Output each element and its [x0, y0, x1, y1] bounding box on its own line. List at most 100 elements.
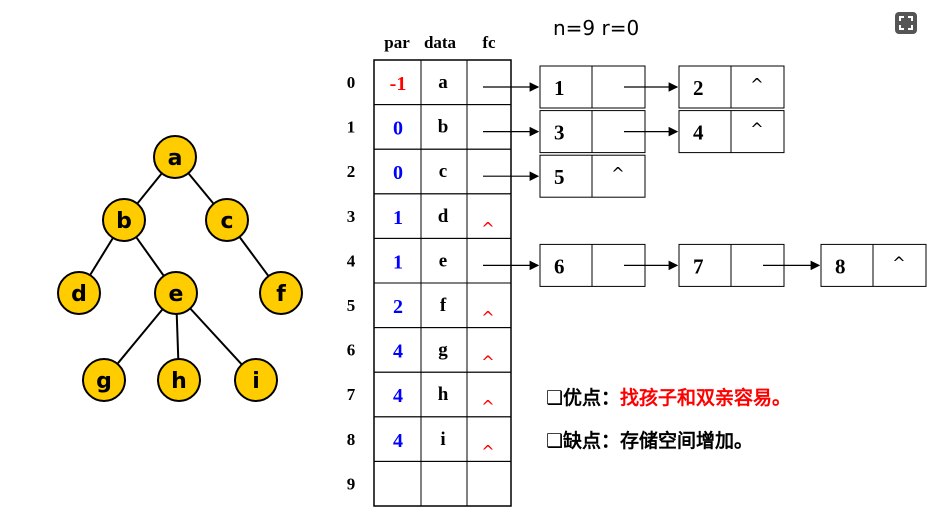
row-index: 8	[347, 430, 356, 449]
row-index: 0	[347, 73, 356, 92]
cell-data: a	[438, 72, 448, 93]
cell-par: 1	[393, 207, 403, 229]
table-row: 1 0 b	[347, 104, 512, 150]
cell-par: 0	[393, 118, 403, 140]
cell-par: 4	[393, 385, 403, 407]
child-node: 4 ^	[678, 110, 785, 154]
row-index: 5	[347, 296, 356, 315]
child-list-row-0: 1 2 ^	[483, 65, 785, 109]
child-node: 1	[539, 65, 679, 109]
tree-diagram: a b c d e f g h i	[57, 135, 303, 402]
cell-fc: ^	[481, 397, 494, 416]
table-row: 8 4 i ^	[347, 416, 512, 462]
tree-node-label: a	[168, 146, 183, 171]
table-cell	[466, 104, 512, 150]
child-node-value: 7	[693, 254, 704, 278]
child-node-next: ^	[892, 253, 905, 272]
tree-node-h: h	[157, 358, 201, 402]
table-row: 3 1 d ^	[347, 193, 512, 239]
cell-par: 0	[393, 162, 403, 184]
cell-fc: ^	[481, 353, 494, 372]
parent-child-table: par data fc 0 -1 a 1 0 b 2 0 c 3 1 d ^ 4 1 e 5 2 f ^ 6 4 g ^ 7 4 h ^ 8 4…	[347, 33, 512, 507]
table-cell	[466, 148, 512, 195]
tree-node-e: e	[154, 271, 198, 315]
table-cell	[466, 237, 512, 284]
table-row: 2 0 c	[347, 148, 512, 195]
tree-node-label: h	[171, 369, 187, 394]
tree-node-g: g	[82, 358, 126, 402]
diagram-canvas: a b c d e f g h i par data fc 0 -1 a 1 0 b 2 0 c 3 1 d ^ 4 1 e 5 2 f ^…	[57, 16, 927, 507]
child-node: 7	[678, 243, 821, 287]
table-cell	[420, 460, 468, 507]
table-row: 4 1 e	[347, 237, 512, 284]
cons-note: ❑缺点：存储空间增加。	[546, 429, 753, 452]
pros-note: ❑优点：找孩子和双亲容易。	[546, 386, 791, 409]
child-list-row-4: 6 7 8 ^	[483, 243, 927, 287]
table-cell	[466, 59, 512, 106]
cell-par: 4	[393, 430, 403, 452]
cell-fc: ^	[481, 442, 494, 461]
cons-text: 存储空间增加。	[620, 429, 753, 452]
row-index: 6	[347, 341, 356, 360]
child-node-next: ^	[611, 164, 624, 183]
cell-data: d	[438, 206, 449, 227]
table-row: 7 4 h ^	[347, 371, 512, 418]
tree-node-label: g	[96, 369, 112, 394]
tree-node-b: b	[102, 198, 146, 242]
child-node: 2 ^	[678, 65, 785, 109]
cons-label: ❑缺点：	[546, 429, 620, 452]
notes: ❑优点：找孩子和双亲容易。 ❑缺点：存储空间增加。	[546, 386, 791, 452]
tree-node-f: f	[259, 271, 303, 315]
row-index: 9	[347, 474, 356, 493]
header-fc: fc	[482, 33, 496, 52]
cell-data: b	[438, 117, 449, 138]
cell-data: f	[440, 295, 447, 316]
cell-par: 1	[393, 251, 403, 273]
tree-node-label: e	[169, 282, 184, 307]
cell-data: h	[438, 384, 449, 405]
child-node: 3	[539, 110, 679, 154]
fullscreen-button[interactable]	[895, 12, 917, 34]
row-index: 2	[347, 162, 356, 181]
tree-node-label: b	[116, 209, 132, 234]
cell-data: c	[439, 161, 447, 182]
header-par: par	[384, 33, 410, 52]
cell-fc: ^	[481, 308, 494, 327]
tree-node-label: d	[71, 282, 87, 307]
table-row: 9	[347, 460, 512, 507]
tree-node-i: i	[234, 358, 278, 402]
tree-node-d: d	[57, 271, 101, 315]
child-node-next: ^	[750, 120, 763, 139]
child-linked-lists: 1 2 ^3 4 ^5 ^6 7 8 ^	[483, 65, 927, 287]
table-cell	[373, 460, 422, 507]
child-node-value: 3	[554, 121, 565, 145]
tree-node-a: a	[153, 135, 197, 179]
child-node-value: 1	[554, 76, 565, 100]
child-node: 5 ^	[539, 154, 646, 198]
tree-node-label: f	[276, 282, 286, 307]
cell-par: 4	[393, 341, 403, 363]
cell-data: e	[439, 250, 447, 271]
pros-text: 找孩子和双亲容易。	[620, 386, 791, 409]
cell-par: -1	[390, 73, 407, 95]
child-node-value: 8	[835, 254, 846, 278]
child-node: 6	[539, 243, 679, 287]
table-row: 0 -1 a	[347, 59, 512, 106]
table-row: 5 2 f ^	[347, 282, 512, 329]
cell-par: 2	[393, 296, 403, 318]
child-node: 8 ^	[820, 243, 927, 287]
cell-data: g	[438, 340, 448, 361]
child-node-value: 6	[554, 254, 565, 278]
tree-node-c: c	[205, 198, 249, 242]
tree-node-label: c	[220, 209, 233, 234]
row-index: 1	[347, 118, 356, 137]
cell-data: i	[440, 429, 445, 450]
cell-fc: ^	[481, 219, 494, 238]
pros-label: ❑优点：	[546, 386, 620, 409]
row-index: 4	[347, 251, 356, 270]
child-node-value: 4	[693, 121, 704, 145]
fullscreen-icon	[899, 16, 913, 30]
header-data: data	[424, 33, 457, 52]
table-cell	[466, 460, 512, 507]
child-node-value: 5	[554, 165, 565, 189]
